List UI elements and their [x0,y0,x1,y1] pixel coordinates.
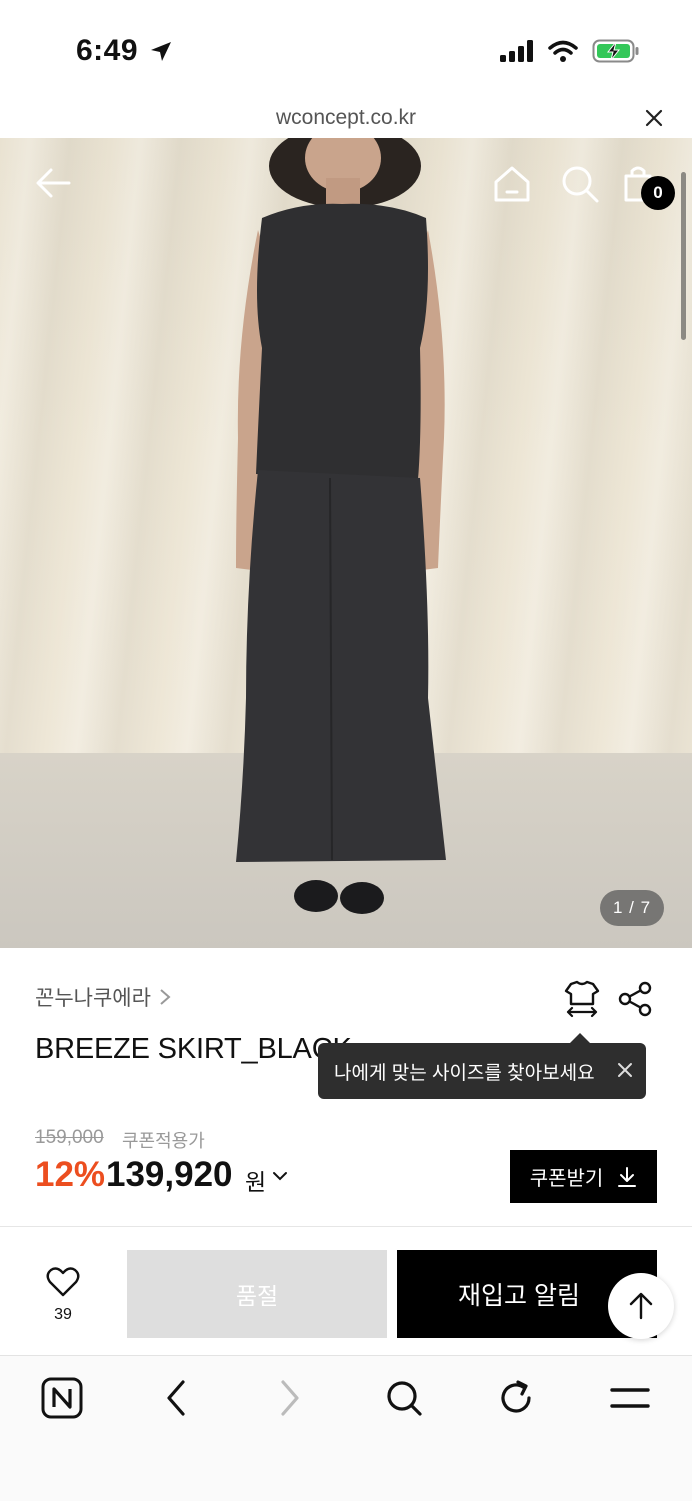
sale-price: 139,920 [106,1155,233,1194]
browser-forward-button[interactable] [268,1376,312,1420]
hamburger-menu-icon [610,1388,650,1408]
coupon-price-label: 쿠폰적용가 [122,1131,205,1151]
divider [0,1226,692,1227]
scroll-to-top-button[interactable] [608,1273,674,1339]
currency-unit: 원 [245,1169,267,1195]
chevron-right-icon [160,989,171,1005]
battery-charging-icon [592,39,639,63]
location-arrow-icon [151,42,171,61]
chevron-right-icon [281,1380,299,1416]
size-tooltip[interactable]: 나에게 맞는 사이즈를 찾아보세요 [318,1043,646,1099]
sold-out-label: 품절 [235,1283,279,1309]
refresh-icon [501,1380,531,1413]
heart-icon[interactable] [46,1266,80,1298]
cart-count-badge: 0 [641,176,675,210]
browser-back-button[interactable] [154,1376,198,1420]
model-figure [236,138,446,914]
browser-search-button[interactable] [382,1376,426,1420]
chevron-down-icon[interactable] [271,1167,289,1185]
back-arrow-icon[interactable] [31,161,75,205]
tooltip-text: 나에게 맞는 사이즈를 찾아보세요 [334,1062,595,1084]
tooltip-arrow [570,1033,590,1043]
close-icon[interactable] [640,104,668,132]
naver-n-icon [41,1377,83,1419]
arrow-up-icon [629,1292,653,1320]
product-title: BREEZE SKIRT_BLACK [35,1033,352,1065]
browser-toolbar [0,1355,692,1501]
status-icons [500,38,640,64]
browser-refresh-button[interactable] [494,1376,538,1420]
chevron-left-icon [167,1380,185,1416]
discount-rate: 12% [35,1155,106,1194]
status-time: 6:49 [76,34,139,67]
url-label[interactable]: wconcept.co.kr [0,106,692,130]
download-icon [618,1166,637,1187]
brand-link[interactable]: 꼰누나쿠에라 [35,982,173,1012]
home-icon[interactable] [490,162,534,206]
like-count: 39 [54,1306,72,1323]
brand-name: 꼰누나쿠에라 [35,987,151,1010]
share-icon[interactable] [616,980,654,1018]
image-counter: 1 / 7 [600,890,664,926]
size-guide-icon[interactable] [562,978,602,1018]
tooltip-close-icon[interactable] [614,1059,636,1081]
scrollbar[interactable] [681,172,686,340]
get-coupon-button[interactable]: 쿠폰받기 [510,1150,657,1203]
cellular-signal-icon [500,40,533,62]
original-price: 159,000 [35,1127,104,1148]
browser-menu-button[interactable] [608,1376,652,1420]
product-image[interactable] [0,138,692,948]
get-coupon-label: 쿠폰받기 [529,1168,604,1190]
sold-out-button: 품절 [127,1250,387,1338]
restock-alert-label: 재입고 알림 [458,1282,580,1310]
wifi-icon [548,40,578,62]
search-icon[interactable] [558,162,602,206]
search-icon [387,1381,422,1416]
naver-home-button[interactable] [40,1376,84,1420]
